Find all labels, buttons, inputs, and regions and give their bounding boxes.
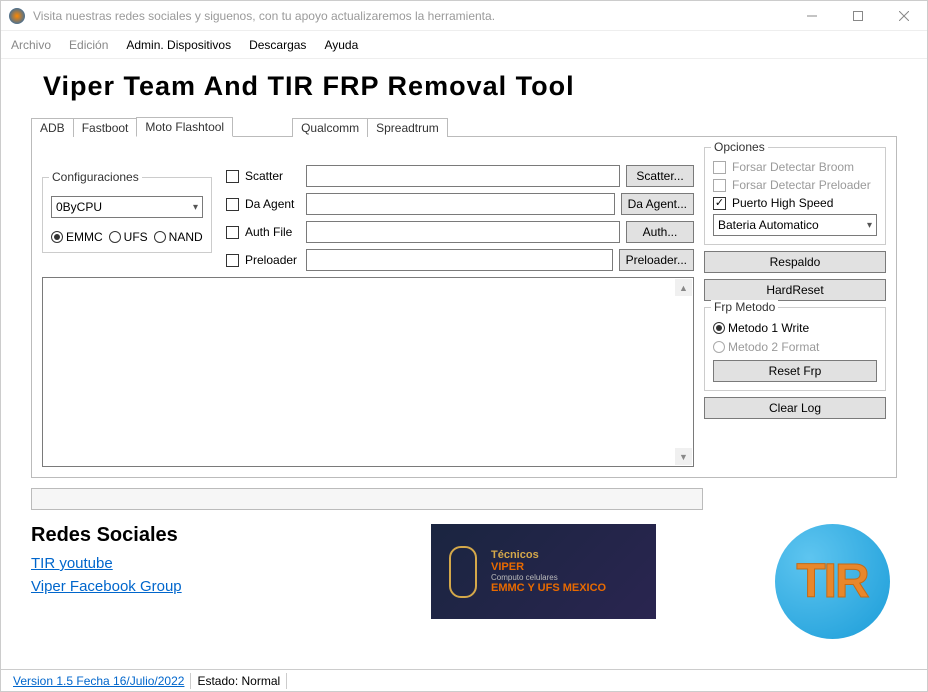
preloader-browse-button[interactable]: Preloader... xyxy=(619,249,694,271)
chevron-down-icon: ▾ xyxy=(193,202,198,213)
config-dropdown-value: 0ByCPU xyxy=(56,200,102,214)
app-icon xyxy=(9,8,25,24)
hardreset-button[interactable]: HardReset xyxy=(704,279,886,301)
preloader-label: Preloader xyxy=(245,253,300,267)
opt-forsar-preloader[interactable]: Forsar Detectar Preloader xyxy=(713,178,877,192)
radio-emmc[interactable]: EMMC xyxy=(51,230,103,244)
social-heading: Redes Sociales xyxy=(31,524,411,547)
da-agent-label: Da Agent xyxy=(245,197,300,211)
storage-type-radios: EMMC UFS NAND xyxy=(51,230,203,244)
opt-forsar-broom[interactable]: Forsar Detectar Broom xyxy=(713,160,877,174)
scatter-row: Scatter Scatter... xyxy=(226,165,694,187)
menu-edicion[interactable]: Edición xyxy=(69,38,108,52)
opciones-group: Opciones Forsar Detectar Broom Forsar De… xyxy=(704,147,886,245)
version-link[interactable]: Version 1.5 Fecha 16/Julio/2022 xyxy=(13,674,184,688)
radio-metodo-1[interactable]: Metodo 1 Write xyxy=(713,321,877,335)
tab-qualcomm[interactable]: Qualcomm xyxy=(292,118,368,137)
tab-adb[interactable]: ADB xyxy=(31,118,74,137)
radio-ufs[interactable]: UFS xyxy=(109,230,148,244)
scroll-down-icon[interactable]: ▼ xyxy=(675,448,692,465)
configuraciones-legend: Configuraciones xyxy=(49,170,142,184)
log-textarea[interactable]: ▲ ▼ xyxy=(42,277,694,467)
frp-metodo-group: Frp Metodo Metodo 1 Write Metodo 2 Forma… xyxy=(704,307,886,391)
preloader-path-input[interactable] xyxy=(306,249,613,271)
opt-high-speed[interactable]: Puerto High Speed xyxy=(713,196,877,210)
statusbar: Version 1.5 Fecha 16/Julio/2022 Estado: … xyxy=(1,669,927,691)
frp-legend: Frp Metodo xyxy=(711,300,778,314)
close-button[interactable] xyxy=(881,1,927,31)
progress-bar xyxy=(31,488,703,510)
auth-file-browse-button[interactable]: Auth... xyxy=(626,221,694,243)
radio-nand[interactable]: NAND xyxy=(154,230,203,244)
menu-archivo[interactable]: Archivo xyxy=(11,38,51,52)
viper-banner[interactable]: Técnicos VIPER Computo celulares EMMC Y … xyxy=(431,524,656,619)
auth-file-path-input[interactable] xyxy=(306,221,620,243)
preloader-checkbox[interactable] xyxy=(226,254,239,267)
auth-file-label: Auth File xyxy=(245,225,300,239)
checkbox-preloader[interactable] xyxy=(713,179,726,192)
tab-panel: Configuraciones 0ByCPU ▾ EMMC UFS NAND xyxy=(31,136,897,478)
da-agent-path-input[interactable] xyxy=(306,193,615,215)
auth-file-row: Auth File Auth... xyxy=(226,221,694,243)
social-section: Redes Sociales TIR youtube Viper Faceboo… xyxy=(31,524,897,639)
scatter-browse-button[interactable]: Scatter... xyxy=(626,165,694,187)
auth-file-checkbox[interactable] xyxy=(226,226,239,239)
window-title: Visita nuestras redes sociales y sigueno… xyxy=(33,9,789,23)
right-column: Opciones Forsar Detectar Broom Forsar De… xyxy=(704,147,886,467)
config-column: Configuraciones 0ByCPU ▾ EMMC UFS NAND xyxy=(42,147,212,271)
radio-metodo-2[interactable]: Metodo 2 Format xyxy=(713,340,877,354)
main-window: Visita nuestras redes sociales y sigueno… xyxy=(0,0,928,692)
page-title: Viper Team And TIR FRP Removal Tool xyxy=(43,71,897,102)
menu-admin-dispositivos[interactable]: Admin. Dispositivos xyxy=(126,38,231,52)
scatter-label: Scatter xyxy=(245,169,300,183)
config-dropdown[interactable]: 0ByCPU ▾ xyxy=(51,196,203,218)
maximize-button[interactable] xyxy=(835,1,881,31)
menu-descargas[interactable]: Descargas xyxy=(249,38,306,52)
tab-spreadtrum[interactable]: Spreadtrum xyxy=(367,118,448,137)
tab-moto-flashtool[interactable]: Moto Flashtool xyxy=(136,117,233,137)
da-agent-row: Da Agent Da Agent... xyxy=(226,193,694,215)
clear-log-button[interactable]: Clear Log xyxy=(704,397,886,419)
scatter-checkbox[interactable] xyxy=(226,170,239,183)
tab-fastboot[interactable]: Fastboot xyxy=(73,118,138,137)
chevron-down-icon: ▾ xyxy=(867,220,872,231)
close-icon xyxy=(899,11,909,21)
battery-dropdown[interactable]: Bateria Automatico ▾ xyxy=(713,214,877,236)
menu-ayuda[interactable]: Ayuda xyxy=(324,38,358,52)
scroll-up-icon[interactable]: ▲ xyxy=(675,279,692,296)
opciones-legend: Opciones xyxy=(711,140,768,154)
logo-text: TIR xyxy=(796,554,867,609)
preloader-row: Preloader Preloader... xyxy=(226,249,694,271)
link-tir-youtube[interactable]: TIR youtube xyxy=(31,555,411,572)
da-agent-browse-button[interactable]: Da Agent... xyxy=(621,193,694,215)
file-rows: Scatter Scatter... Da Agent Da Agent... xyxy=(226,165,694,271)
checkbox-high-speed[interactable] xyxy=(713,197,726,210)
titlebar: Visita nuestras redes sociales y sigueno… xyxy=(1,1,927,31)
configuraciones-group: Configuraciones 0ByCPU ▾ EMMC UFS NAND xyxy=(42,177,212,253)
status-estado: Estado: Normal xyxy=(191,674,286,688)
body: Viper Team And TIR FRP Removal Tool ADB … xyxy=(1,59,927,669)
link-viper-facebook[interactable]: Viper Facebook Group xyxy=(31,578,411,595)
checkbox-broom[interactable] xyxy=(713,161,726,174)
battery-dropdown-value: Bateria Automatico xyxy=(718,218,819,232)
minimize-button[interactable] xyxy=(789,1,835,31)
minimize-icon xyxy=(807,11,817,21)
da-agent-checkbox[interactable] xyxy=(226,198,239,211)
scatter-path-input[interactable] xyxy=(306,165,620,187)
tab-strip: ADB Fastboot Moto Flashtool Qualcomm Spr… xyxy=(31,114,897,136)
menubar: Archivo Edición Admin. Dispositivos Desc… xyxy=(1,31,927,59)
reset-frp-button[interactable]: Reset Frp xyxy=(713,360,877,382)
maximize-icon xyxy=(853,11,863,21)
tir-logo[interactable]: TIR xyxy=(767,524,897,639)
respaldo-button[interactable]: Respaldo xyxy=(704,251,886,273)
